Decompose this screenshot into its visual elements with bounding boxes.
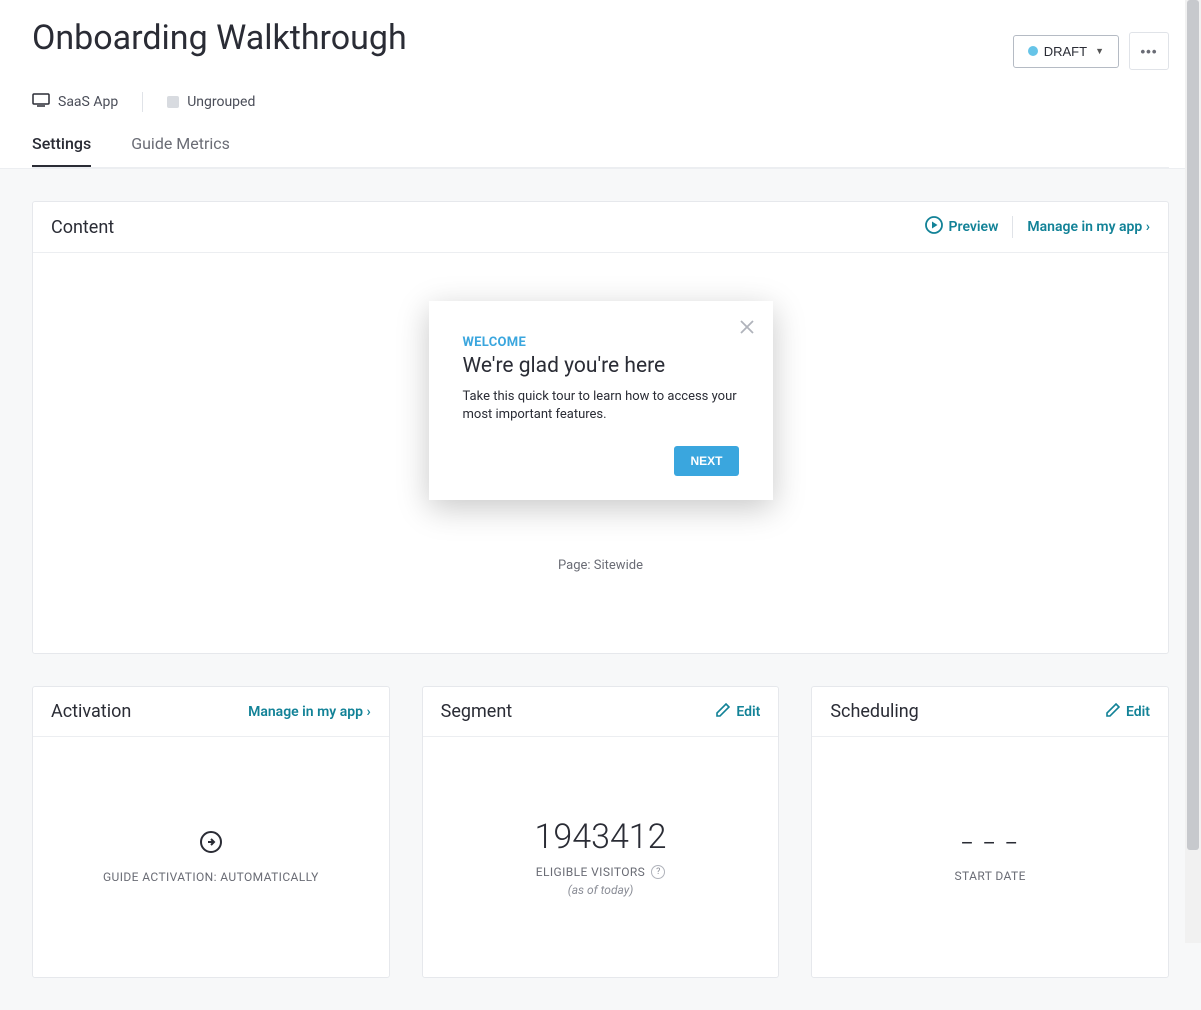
content-panel: Content Preview Manage in my app ›	[32, 201, 1169, 654]
page-caption: Page: Sitewide	[558, 558, 643, 573]
meta-divider	[142, 92, 143, 112]
app-meta: SaaS App	[32, 93, 118, 111]
caret-down-icon: ▼	[1095, 46, 1104, 56]
tab-guide-metrics[interactable]: Guide Metrics	[131, 134, 230, 167]
scheduling-edit-link[interactable]: Edit	[1106, 703, 1150, 721]
scrollbar[interactable]	[1185, 0, 1201, 943]
close-icon[interactable]	[737, 317, 757, 337]
welcome-body: Take this quick tour to learn how to acc…	[463, 388, 739, 424]
segment-caption: ELIGIBLE VISITORS	[536, 865, 645, 879]
scheduling-panel: Scheduling Edit – – – START DATE	[811, 686, 1169, 978]
page-title: Onboarding Walkthrough	[32, 18, 407, 58]
preview-button[interactable]: Preview	[925, 216, 999, 238]
action-divider	[1012, 216, 1013, 238]
welcome-eyebrow: WELCOME	[463, 335, 739, 350]
segment-panel: Segment Edit 1943412 ELIGIBLE VISITORS ?	[422, 686, 780, 978]
tab-settings[interactable]: Settings	[32, 134, 91, 167]
group-icon	[167, 96, 179, 108]
help-icon[interactable]: ?	[651, 865, 665, 879]
play-circle-icon	[925, 216, 943, 238]
segment-title: Segment	[441, 701, 513, 722]
pencil-icon	[716, 703, 730, 721]
segment-edit-link[interactable]: Edit	[716, 703, 760, 721]
pencil-icon	[1106, 703, 1120, 721]
scheduling-caption: START DATE	[955, 869, 1026, 883]
group-name: Ungrouped	[187, 94, 255, 110]
status-dot-icon	[1028, 46, 1038, 56]
content-panel-title: Content	[51, 217, 114, 238]
segment-value: 1943412	[535, 817, 667, 857]
scheduling-title: Scheduling	[830, 701, 918, 722]
activation-manage-link[interactable]: Manage in my app ›	[248, 704, 371, 720]
more-actions-button[interactable]: •••	[1129, 32, 1169, 70]
arrow-circle-icon	[199, 830, 223, 854]
preview-label: Preview	[949, 219, 999, 235]
group-meta: Ungrouped	[167, 94, 255, 110]
activation-title: Activation	[51, 701, 131, 722]
welcome-title: We're glad you're here	[463, 354, 739, 378]
next-button[interactable]: NEXT	[674, 446, 738, 476]
scheduling-value: – – –	[961, 831, 1020, 855]
app-name: SaaS App	[58, 94, 118, 110]
scheduling-edit-label: Edit	[1126, 704, 1150, 720]
scroll-thumb[interactable]	[1187, 0, 1199, 850]
manage-in-app-link[interactable]: Manage in my app ›	[1027, 219, 1150, 235]
welcome-card: WELCOME We're glad you're here Take this…	[429, 301, 773, 500]
status-dropdown[interactable]: DRAFT ▼	[1013, 35, 1119, 68]
segment-edit-label: Edit	[736, 704, 760, 720]
activation-caption: GUIDE ACTIVATION: AUTOMATICALLY	[103, 870, 319, 884]
monitor-icon	[32, 93, 50, 111]
ellipsis-icon: •••	[1141, 44, 1158, 59]
activation-panel: Activation Manage in my app › GUIDE ACTI…	[32, 686, 390, 978]
status-label: DRAFT	[1044, 44, 1087, 59]
segment-note: (as of today)	[568, 883, 634, 897]
